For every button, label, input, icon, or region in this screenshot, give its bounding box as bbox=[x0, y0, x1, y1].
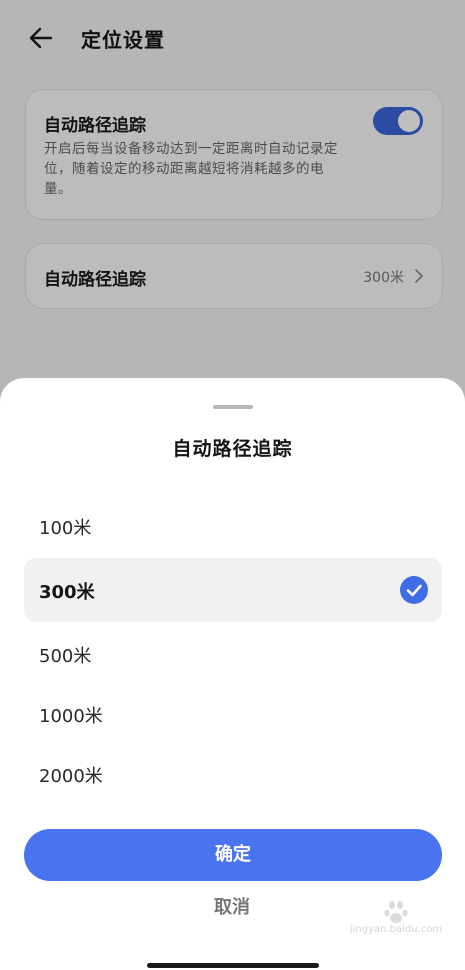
watermark-text: jingyan.baidu.com bbox=[349, 924, 443, 935]
sheet-title: 自动路径追踪 bbox=[172, 438, 293, 460]
sheet-grabber[interactable] bbox=[213, 405, 253, 409]
baidu-watermark: jingyan.baidu.com bbox=[346, 896, 446, 950]
option-label: 1000米 bbox=[39, 706, 103, 727]
home-indicator bbox=[147, 963, 319, 968]
distance-bottom-sheet: 自动路径追踪 100米 300米 500米 1000米 2000米 确定 取消 … bbox=[0, 378, 465, 970]
option-label: 2000米 bbox=[39, 766, 103, 787]
option-label: 300米 bbox=[39, 582, 95, 603]
option-1000m[interactable]: 1000米 bbox=[24, 682, 442, 746]
option-label: 500米 bbox=[39, 646, 92, 667]
option-500m[interactable]: 500米 bbox=[24, 622, 442, 686]
option-300m[interactable]: 300米 bbox=[24, 558, 442, 622]
option-label: 100米 bbox=[39, 518, 92, 539]
paw-logo-icon bbox=[384, 901, 408, 923]
cancel-button[interactable]: 取消 bbox=[132, 893, 332, 923]
option-2000m[interactable]: 2000米 bbox=[24, 742, 442, 806]
checkmark-icon bbox=[400, 576, 428, 604]
option-100m[interactable]: 100米 bbox=[24, 494, 442, 558]
confirm-button[interactable]: 确定 bbox=[24, 829, 442, 881]
